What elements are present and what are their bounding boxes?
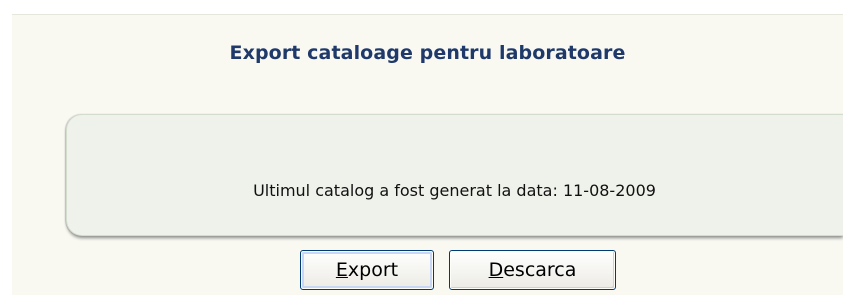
descarca-button[interactable]: Descarca — [449, 250, 616, 290]
info-box — [66, 114, 843, 236]
descarca-label: escarca — [503, 259, 577, 281]
last-catalog-message: Ultimul catalog a fost generat la data: … — [253, 181, 656, 200]
page-title: Export cataloage pentru laboratoare — [229, 42, 626, 64]
descarca-accesskey: D — [488, 259, 504, 281]
page: Export cataloage pentru laboratoare Ulti… — [0, 0, 843, 295]
export-label: xport — [347, 259, 399, 281]
export-button[interactable]: Export — [300, 250, 434, 290]
export-accesskey: E — [335, 259, 348, 281]
